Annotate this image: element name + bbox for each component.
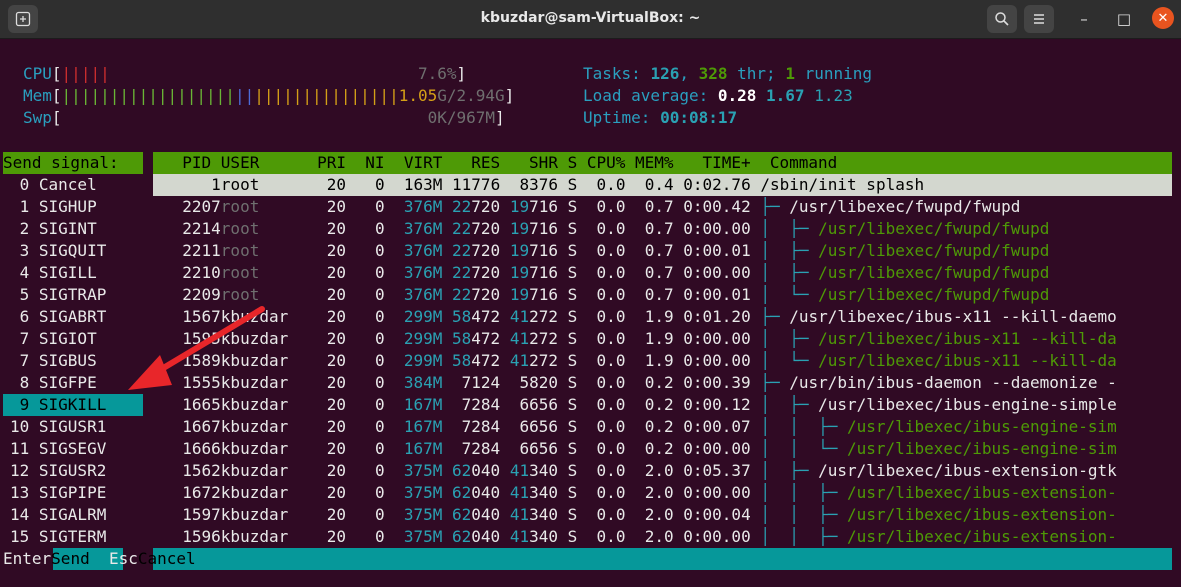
annotation-arrow-icon <box>128 306 265 390</box>
minimize-button[interactable]: – <box>1070 5 1098 33</box>
search-button[interactable] <box>987 5 1017 33</box>
window-titlebar: kbuzdar@sam-VirtualBox: ~ – □ ✕ <box>0 0 1181 39</box>
maximize-button[interactable]: □ <box>1110 5 1138 33</box>
menu-button[interactable] <box>1024 5 1054 33</box>
hamburger-icon <box>1034 14 1044 24</box>
close-button[interactable]: ✕ <box>1152 7 1174 29</box>
search-icon <box>995 12 1009 26</box>
terminal-area[interactable]: CPU[||||| 7.6%] Mem[||||||||||||||||||||… <box>0 39 1181 587</box>
